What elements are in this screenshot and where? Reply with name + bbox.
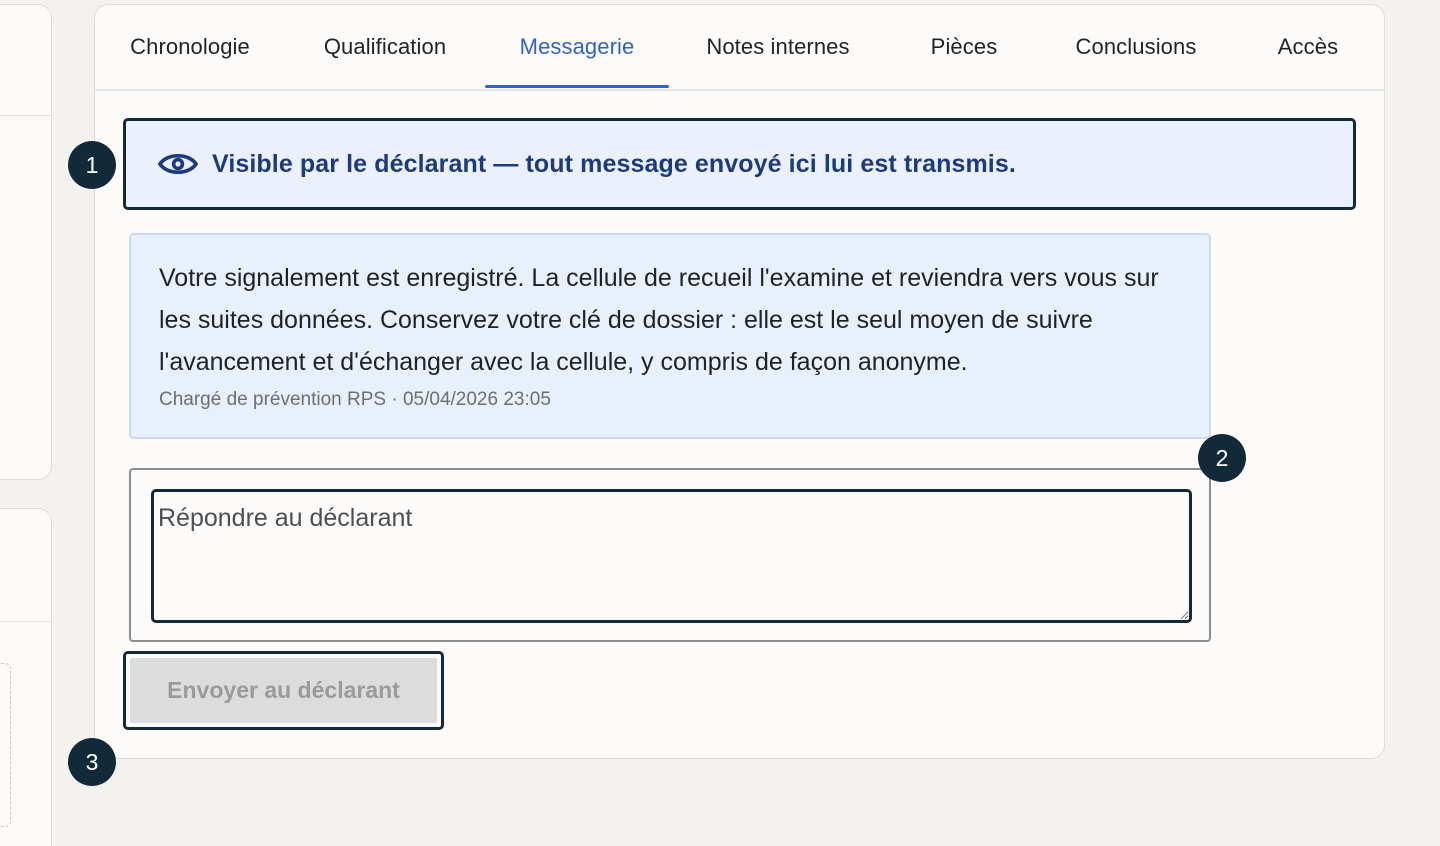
banner-text: Visible par le déclarant — tout message … <box>212 149 1016 178</box>
reply-textarea[interactable] <box>151 489 1192 623</box>
drop-zone[interactable] <box>0 663 11 827</box>
visibility-banner: Visible par le déclarant — tout message … <box>123 118 1356 210</box>
step-marker-2: 2 <box>1198 434 1246 482</box>
tab-qualification[interactable]: Qualification <box>285 5 485 89</box>
tab-conclusions[interactable]: Conclusions <box>1041 5 1231 89</box>
left-panel-divider <box>0 621 51 622</box>
active-tab-indicator <box>485 85 669 88</box>
step-marker-3: 3 <box>68 738 116 786</box>
eye-icon <box>158 153 198 175</box>
reply-container <box>129 468 1211 642</box>
left-panel-bottom <box>0 508 52 846</box>
tab-notes-internes[interactable]: Notes internes <box>669 5 887 89</box>
tab-bar: Chronologie Qualification Messagerie Not… <box>95 5 1384 91</box>
left-panel-top <box>0 4 52 480</box>
tab-messagerie[interactable]: Messagerie <box>485 5 669 89</box>
step-marker-1: 1 <box>68 141 116 189</box>
tab-acces[interactable]: Accès <box>1231 5 1385 89</box>
app-stage: Chronologie Qualification Messagerie Not… <box>0 0 1440 846</box>
send-to-reporter-button[interactable]: Envoyer au déclarant <box>130 658 437 723</box>
message-bubble: Votre signalement est enregistré. La cel… <box>129 233 1211 439</box>
left-panel-divider <box>0 115 51 116</box>
message-text: Votre signalement est enregistré. La cel… <box>159 264 1159 376</box>
tab-chronologie[interactable]: Chronologie <box>95 5 285 89</box>
message-meta: Chargé de prévention RPS · 05/04/2026 23… <box>159 389 551 410</box>
tab-pieces[interactable]: Pièces <box>887 5 1041 89</box>
send-button-focus-ring: Envoyer au déclarant <box>123 651 444 730</box>
